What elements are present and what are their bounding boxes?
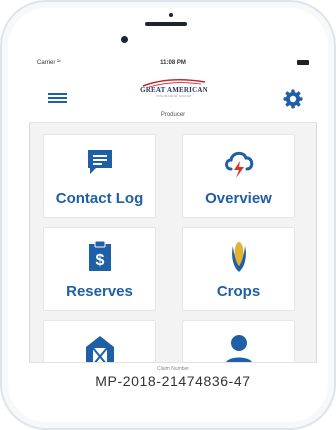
contact-log-label: Contact Log: [55, 190, 144, 207]
logo-subtext: INSURANCE GROUP: [156, 94, 192, 98]
status-bar: Carrier ≈ 11:08 PM: [29, 56, 317, 70]
barn-icon: [44, 333, 155, 365]
corn-icon: [183, 240, 294, 272]
reserves-tile[interactable]: $ Reserves: [43, 227, 156, 311]
battery-icon: [297, 60, 309, 65]
person-icon: [183, 333, 294, 365]
proximity-sensor: [169, 13, 173, 17]
app-screen: Carrier ≈ 11:08 PM GREAT AMERICAN INSURA…: [29, 56, 317, 392]
storm-cloud-icon: [183, 147, 294, 179]
overview-label: Overview: [205, 190, 272, 207]
logo-text: GREAT AMERICAN: [140, 86, 208, 94]
company-logo: GREAT AMERICAN INSURANCE GROUP: [129, 76, 219, 112]
dollar-clipboard-icon: $: [44, 240, 155, 272]
app-header: GREAT AMERICAN INSURANCE GROUP Producer: [29, 70, 317, 123]
crops-tile[interactable]: Crops: [182, 227, 295, 311]
front-camera: [121, 36, 128, 43]
claim-footer: Claim Number MP-2018-21474836-47: [29, 362, 317, 392]
claim-number: MP-2018-21474836-47: [95, 373, 251, 389]
clock: 11:08 PM: [160, 60, 186, 66]
contact-log-tile[interactable]: Contact Log: [43, 134, 156, 218]
earpiece-speaker: [145, 22, 187, 26]
chat-bubble-icon: [44, 147, 155, 179]
hamburger-menu-icon[interactable]: [48, 91, 67, 105]
reserves-label: Reserves: [66, 283, 133, 300]
gear-icon[interactable]: [283, 89, 303, 109]
svg-text:$: $: [95, 252, 104, 269]
claim-number-caption: Claim Number: [157, 366, 189, 372]
phone-frame: Carrier ≈ 11:08 PM GREAT AMERICAN INSURA…: [0, 0, 336, 430]
user-role-label: Producer: [160, 112, 186, 118]
crops-label: Crops: [216, 283, 261, 300]
overview-tile[interactable]: Overview: [182, 134, 295, 218]
